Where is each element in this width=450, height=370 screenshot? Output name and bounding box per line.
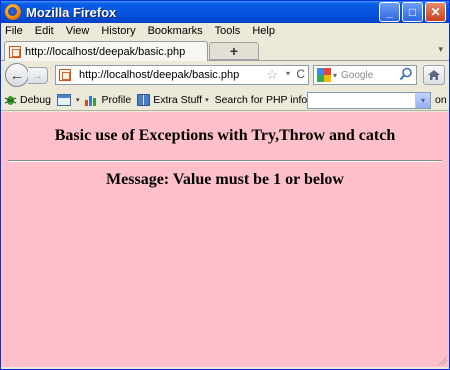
new-tab-button[interactable]: + <box>209 42 259 60</box>
reload-icon[interactable]: C <box>296 67 305 81</box>
extra-stuff-bookmark[interactable]: Extra Stuff ▾ <box>137 93 209 106</box>
on-label: on <box>435 94 447 106</box>
menu-tools[interactable]: Tools <box>215 25 241 37</box>
tab-strip: http://localhost/deepak/basic.php + ▾ <box>1 39 449 61</box>
search-bar[interactable]: ▾ Google <box>313 65 417 85</box>
navigation-toolbar: ← → http://localhost/deepak/basic.php ☆ … <box>1 61 449 89</box>
window-dropdown-icon[interactable]: ▾ <box>76 96 80 104</box>
profile-label: Profile <box>101 93 132 106</box>
extra-stuff-dropdown-icon[interactable]: ▾ <box>205 96 209 104</box>
list-all-tabs-icon[interactable]: ▾ <box>438 44 443 55</box>
bug-icon <box>4 95 17 105</box>
menu-bar: File Edit View History Bookmarks Tools H… <box>1 23 449 39</box>
profile-bookmark[interactable]: Profile <box>85 94 131 106</box>
window-controls: _ □ ✕ <box>379 2 446 22</box>
window-icon <box>56 93 71 106</box>
menu-history[interactable]: History <box>101 25 135 37</box>
window-bookmark[interactable]: ▾ <box>56 93 80 106</box>
menu-file[interactable]: File <box>5 25 23 37</box>
maximize-button[interactable]: □ <box>402 2 423 22</box>
debug-label: Debug <box>20 93 51 106</box>
close-button[interactable]: ✕ <box>425 2 446 22</box>
page-icon <box>9 45 21 58</box>
debug-bookmark[interactable]: Debug <box>4 94 51 106</box>
menu-view[interactable]: View <box>66 25 90 37</box>
window-title: Mozilla Firefox <box>26 4 117 20</box>
url-bar[interactable]: http://localhost/deepak/basic.php ☆ ▾ C <box>55 65 309 85</box>
php-search-select[interactable]: ▾ <box>307 92 431 109</box>
resize-grip-icon[interactable] <box>437 355 447 365</box>
url-history-dropdown-icon[interactable]: ▾ <box>286 69 290 78</box>
forward-button[interactable]: → <box>28 67 48 84</box>
select-arrow-icon[interactable]: ▾ <box>415 93 430 108</box>
site-identity-icon[interactable] <box>59 69 71 81</box>
bookmarks-toolbar: Debug ▾ Profile Extra Stuff ▾ Search for… <box>1 89 449 111</box>
bookmark-star-icon[interactable]: ☆ <box>266 67 278 83</box>
search-engine-dropdown-icon[interactable]: ▾ <box>333 71 337 80</box>
menu-help[interactable]: Help <box>252 25 275 37</box>
home-icon <box>428 70 440 80</box>
magnifier-icon[interactable] <box>399 67 413 81</box>
page-content: Basic use of Exceptions with Try,Throw a… <box>1 112 449 367</box>
google-engine-icon[interactable] <box>317 68 331 82</box>
exception-message: Message: Value must be 1 or below <box>106 171 344 188</box>
firefox-window: Mozilla Firefox _ □ ✕ File Edit View His… <box>0 0 450 370</box>
url-text[interactable]: http://localhost/deepak/basic.php <box>79 69 239 81</box>
profile-chart-icon <box>85 94 98 106</box>
minimize-button[interactable]: _ <box>379 2 400 22</box>
tab-label: http://localhost/deepak/basic.php <box>25 45 186 58</box>
page-title: Basic use of Exceptions with Try,Throw a… <box>54 127 396 144</box>
extra-stuff-label: Extra Stuff <box>153 93 203 106</box>
firefox-logo-icon <box>5 4 21 20</box>
horizontal-rule <box>8 160 442 162</box>
menu-edit[interactable]: Edit <box>35 25 54 37</box>
tab-basic-php[interactable]: http://localhost/deepak/basic.php <box>4 41 208 61</box>
search-input[interactable]: Google <box>341 70 373 81</box>
book-icon <box>137 93 151 106</box>
home-button[interactable] <box>423 65 445 85</box>
menu-bookmarks[interactable]: Bookmarks <box>148 25 203 37</box>
back-button[interactable]: ← <box>5 63 29 87</box>
title-bar[interactable]: Mozilla Firefox _ □ ✕ <box>1 1 449 23</box>
